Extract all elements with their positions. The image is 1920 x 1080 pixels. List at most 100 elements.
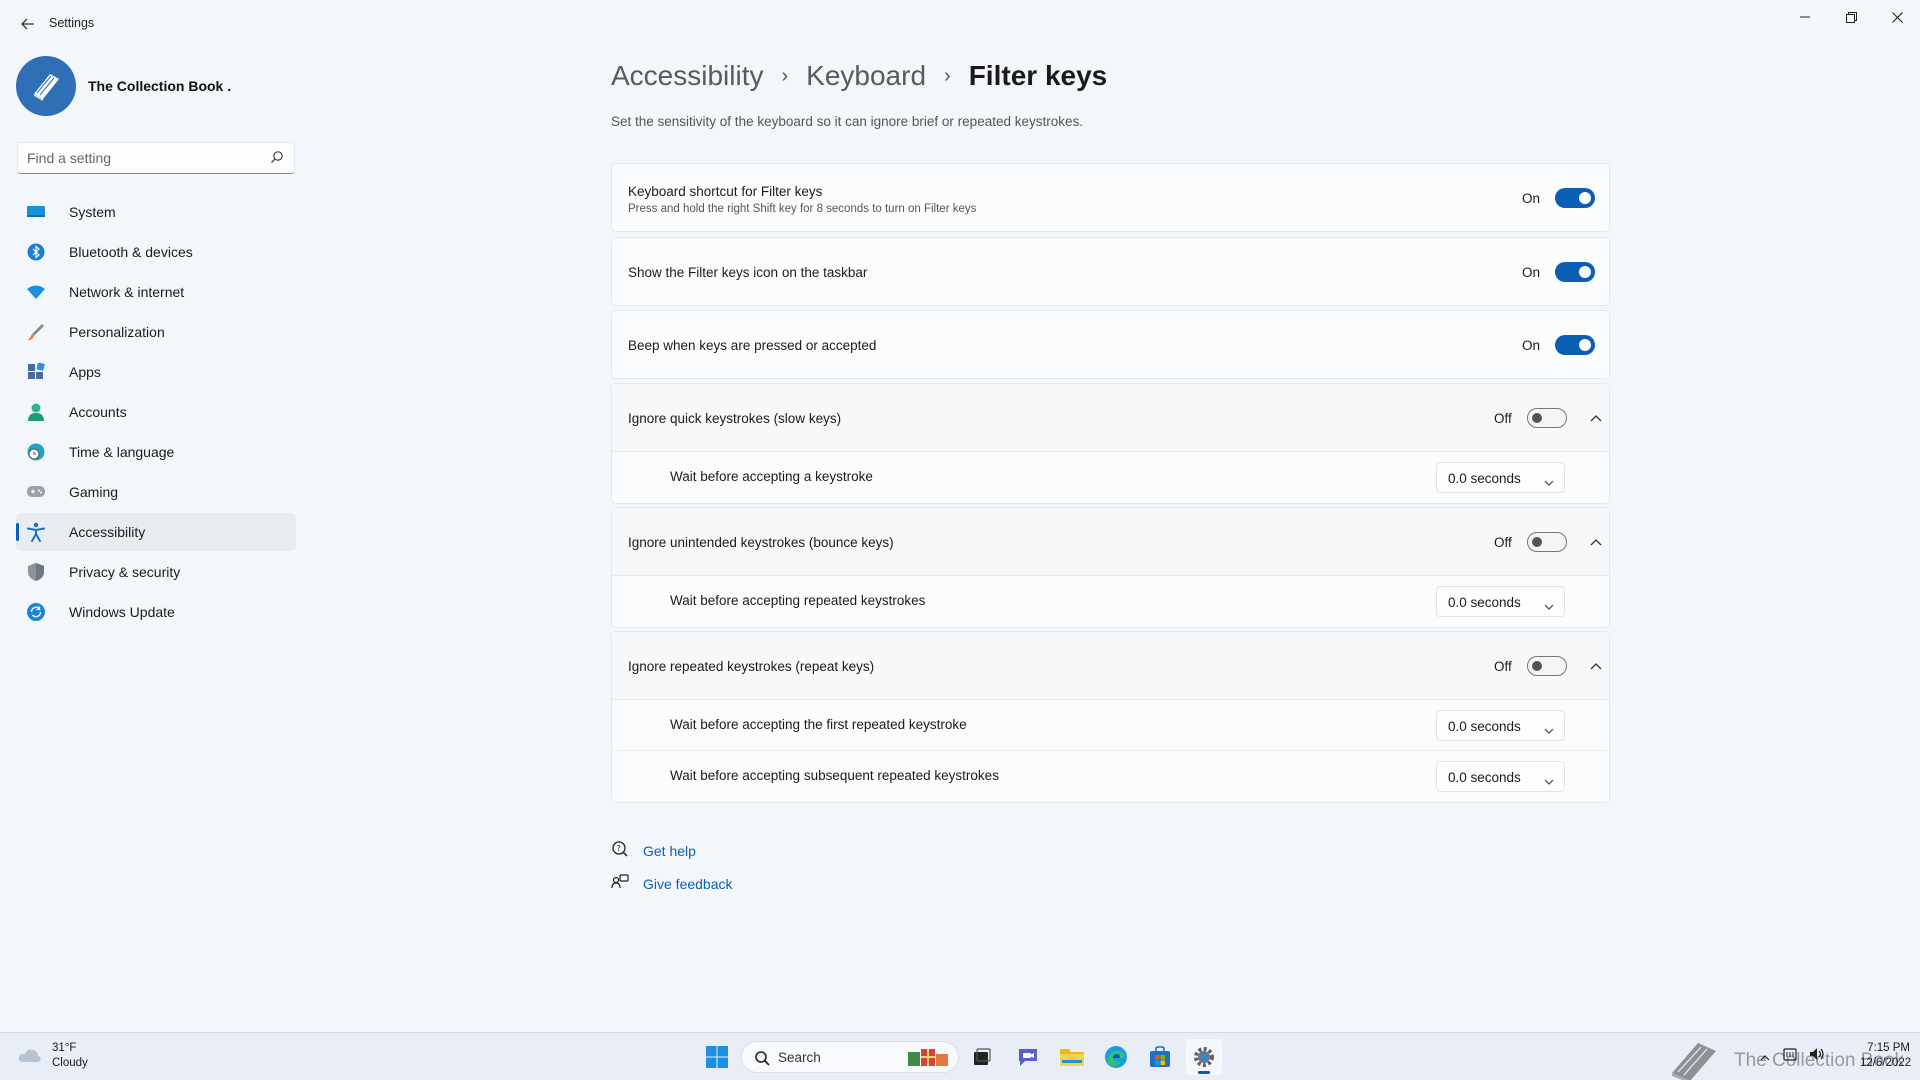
subsetting-label: Wait before accepting repeated keystroke… [670,593,926,608]
setting-subtitle: Press and hold the right Shift key for 8… [628,203,977,215]
folder-icon [1060,1049,1084,1066]
get-help-link[interactable]: Get help [643,843,696,859]
toggle-state-label: On [1522,191,1541,206]
minimize-button[interactable] [1782,4,1828,30]
taskbar: 31°F Cloudy Search The Collection Book 7… [0,1032,1920,1080]
windows-logo-icon [706,1046,728,1068]
search-input[interactable] [18,143,248,173]
chat-icon [1019,1049,1037,1066]
setting-group-slow-keys: Ignore quick keystrokes (slow keys) Off … [611,383,1610,504]
close-button[interactable] [1874,4,1920,30]
breadcrumb-accessibility[interactable]: Accessibility [611,60,763,92]
chevron-up-icon[interactable] [1760,1048,1770,1064]
weather-temperature: 31°F [52,1042,77,1054]
beep-toggle[interactable] [1555,335,1595,355]
give-feedback-row[interactable]: Give feedback [611,867,733,900]
edge-browser-button[interactable] [1098,1039,1134,1075]
setting-subrow: Wait before accepting subsequent repeate… [612,751,1609,802]
setting-group-header[interactable]: Ignore unintended keystrokes (bounce key… [612,508,1609,576]
dropdown-value: 0.0 seconds [1448,770,1521,785]
sidebar-item-system[interactable]: System [16,193,296,231]
sidebar-item-network[interactable]: Network & internet [16,273,296,311]
back-button[interactable] [14,12,42,36]
sidebar-item-label: System [69,204,116,220]
help-links: ? Get help Give feedback [611,834,733,900]
slow-keys-toggle[interactable] [1527,408,1567,428]
sidebar-item-gaming[interactable]: Gaming [16,473,296,511]
taskbar-search[interactable]: Search [741,1041,959,1073]
chevron-up-icon[interactable] [1586,532,1606,552]
repeat-keys-first-wait-dropdown[interactable]: 0.0 seconds [1436,710,1565,741]
filter-keys-shortcut-toggle[interactable] [1555,188,1595,208]
task-view-icon [974,1048,991,1065]
active-app-indicator [1198,1071,1210,1074]
taskbar-clock[interactable]: 7:15 PM 12/6/2022 [1860,1041,1911,1071]
dropdown-value: 0.0 seconds [1448,471,1521,486]
sidebar-item-accessibility[interactable]: Accessibility [16,513,296,551]
teams-chat-button[interactable] [1010,1039,1046,1075]
chevron-down-icon [1544,473,1554,489]
profile-name: The Collection Book . [88,78,232,94]
breadcrumb: Accessibility › Keyboard › Filter keys [611,54,1107,98]
sidebar-item-accounts[interactable]: Accounts [16,393,296,431]
volume-icon[interactable] [1808,1046,1826,1065]
sidebar-item-personalization[interactable]: Personalization [16,313,296,351]
chevron-up-icon[interactable] [1586,656,1606,676]
shield-icon [26,562,46,582]
avatar [16,56,76,116]
taskbar-icon-toggle[interactable] [1555,262,1595,282]
settings-search-box[interactable] [17,142,295,174]
setting-group-header[interactable]: Ignore quick keystrokes (slow keys) Off [612,384,1609,452]
get-help-row[interactable]: ? Get help [611,834,733,867]
sidebar-item-time-language[interactable]: Time & language [16,433,296,471]
weather-widget[interactable]: 31°F Cloudy [18,1041,88,1071]
file-explorer-button[interactable] [1054,1039,1090,1075]
setting-title: Beep when keys are pressed or accepted [628,338,877,353]
sidebar-item-apps[interactable]: Apps [16,353,296,391]
chevron-up-icon[interactable] [1586,408,1606,428]
edge-icon [1105,1046,1127,1068]
sidebar-item-label: Apps [69,364,101,380]
close-icon [1891,11,1903,23]
update-icon [26,602,46,622]
sidebar-item-label: Privacy & security [69,564,181,580]
settings-app-button[interactable] [1186,1039,1222,1075]
restore-icon [1845,11,1857,23]
setting-group-bounce-keys: Ignore unintended keystrokes (bounce key… [611,507,1610,628]
give-feedback-link[interactable]: Give feedback [643,876,733,892]
sidebar-item-bluetooth[interactable]: Bluetooth & devices [16,233,296,271]
slow-keys-wait-dropdown[interactable]: 0.0 seconds [1436,462,1565,493]
store-icon [1150,1046,1170,1067]
sidebar-item-windows-update[interactable]: Windows Update [16,593,296,631]
toggle-state-label: Off [1494,535,1512,550]
page-title: Filter keys [968,60,1108,91]
system-tray [1760,1046,1826,1065]
start-button[interactable] [699,1039,735,1075]
chevron-down-icon [1544,721,1554,737]
globe-clock-icon [26,442,46,462]
minimize-icon [1800,16,1810,18]
keyboard-tray-icon[interactable] [1782,1046,1798,1065]
restore-button[interactable] [1828,4,1874,30]
sidebar-nav: System Bluetooth & devices Network & int… [16,193,296,633]
breadcrumb-keyboard[interactable]: Keyboard [806,60,926,92]
user-profile[interactable]: The Collection Book . [16,56,231,116]
microsoft-store-button[interactable] [1142,1039,1178,1075]
task-view-button[interactable] [964,1039,1000,1075]
brush-icon [26,322,46,342]
page-description: Set the sensitivity of the keyboard so i… [611,114,1083,129]
apps-icon [26,362,46,382]
repeat-keys-toggle[interactable] [1527,656,1567,676]
toggle-state-label: Off [1494,411,1512,426]
feedback-icon [611,873,629,894]
bounce-keys-toggle[interactable] [1527,532,1567,552]
sidebar-item-privacy-security[interactable]: Privacy & security [16,553,296,591]
repeat-keys-subsequent-wait-dropdown[interactable]: 0.0 seconds [1436,761,1565,792]
taskbar-search-label: Search [778,1050,821,1065]
setting-subrow: Wait before accepting the first repeated… [612,700,1609,751]
chevron-down-icon [1544,597,1554,613]
setting-title: Keyboard shortcut for Filter keys [628,184,823,199]
search-icon[interactable] [270,150,284,167]
bounce-keys-wait-dropdown[interactable]: 0.0 seconds [1436,586,1565,617]
setting-group-header[interactable]: Ignore repeated keystrokes (repeat keys)… [612,632,1609,700]
